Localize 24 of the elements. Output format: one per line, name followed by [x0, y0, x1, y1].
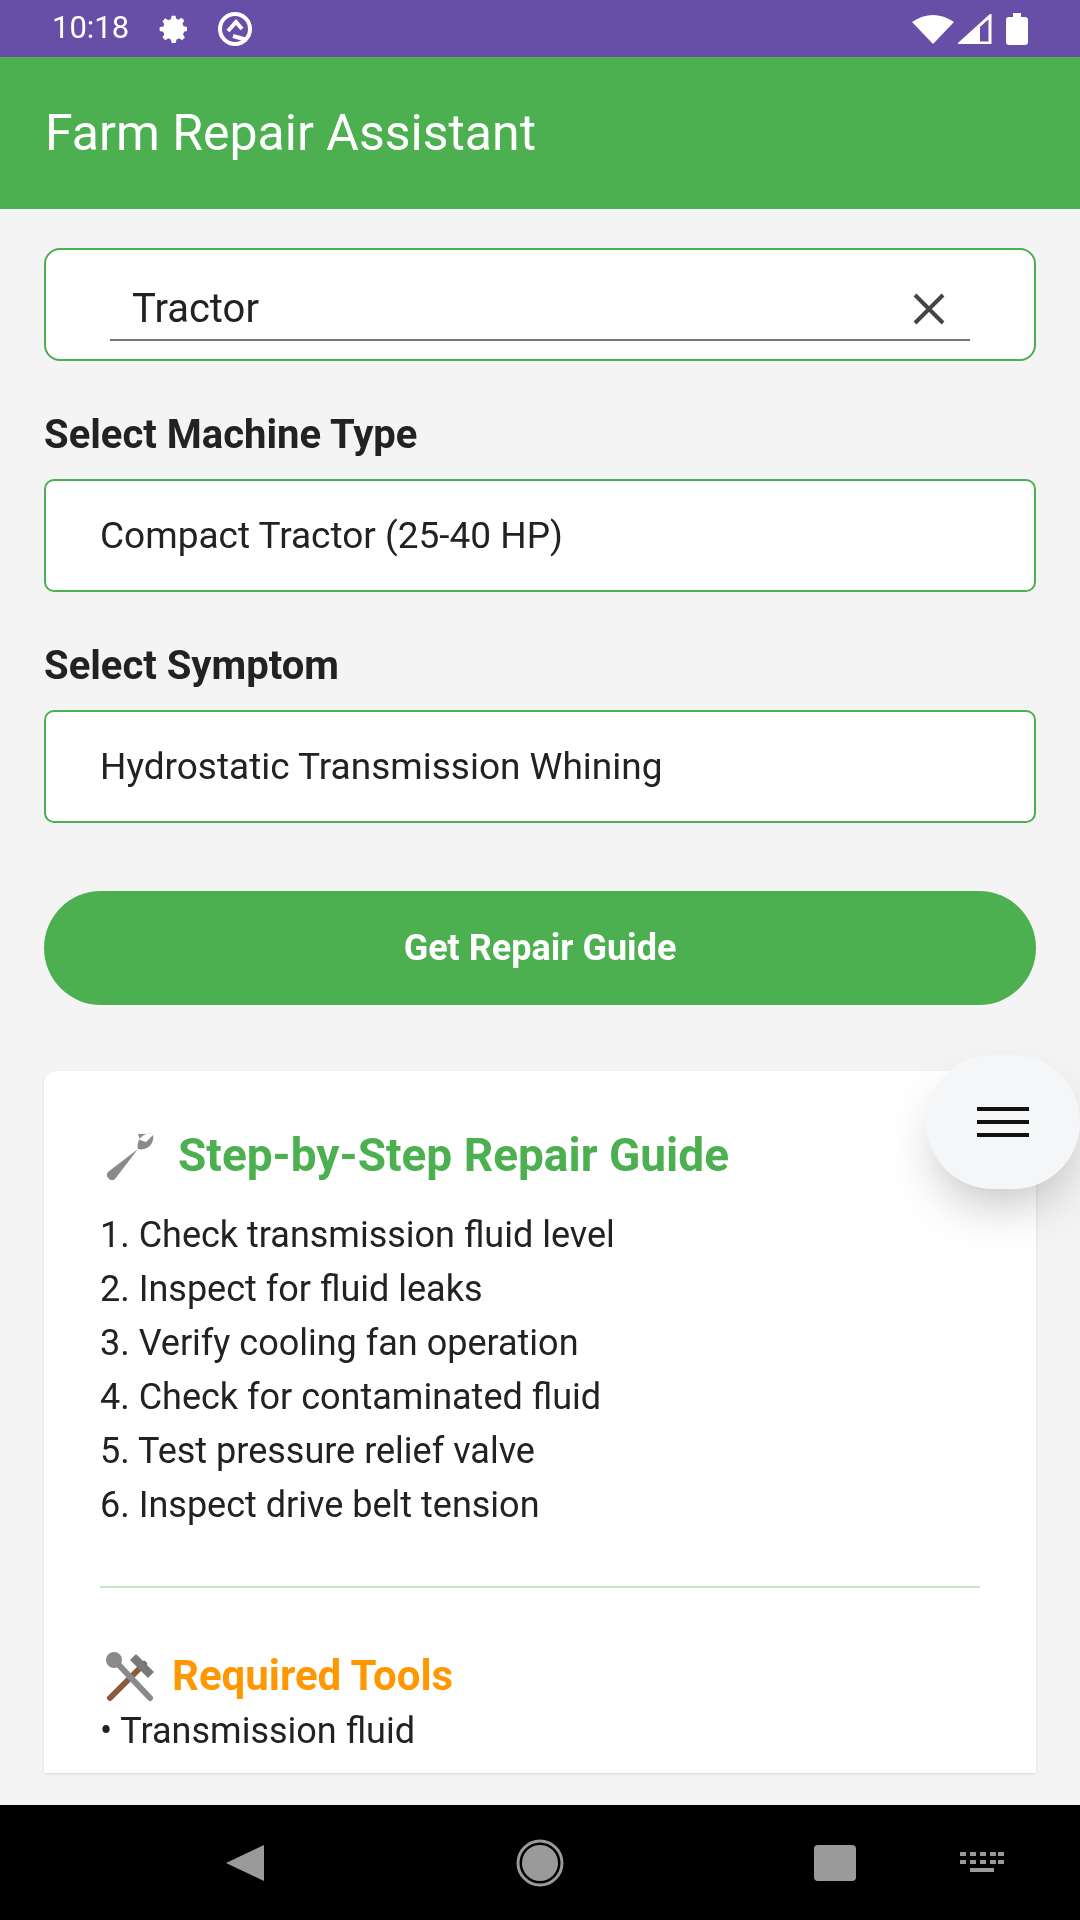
- required-tools-heading: Required Tools: [172, 1650, 454, 1702]
- app-title: Farm Repair Assistant: [45, 102, 536, 164]
- battery-icon: [1006, 12, 1028, 45]
- tool-item: • Transmission fluid: [100, 1709, 416, 1753]
- wifi-icon: [912, 13, 954, 44]
- close-icon[interactable]: [912, 291, 946, 326]
- menu-icon: [977, 1106, 1029, 1138]
- recents-icon[interactable]: [814, 1844, 856, 1881]
- keyboard-icon[interactable]: [960, 1851, 1004, 1874]
- machine-type-dropdown[interactable]: Compact Tractor (25-40 HP): [44, 479, 1036, 592]
- back-icon[interactable]: [224, 1842, 266, 1883]
- machine-type-label: Select Machine Type: [44, 410, 419, 460]
- home-icon[interactable]: [516, 1838, 564, 1887]
- repair-step: 5. Test pressure relief valve: [100, 1424, 980, 1478]
- clock-text: 10:18: [52, 8, 130, 49]
- repair-step: 4. Check for contaminated fluid: [100, 1370, 980, 1424]
- repair-step: 3. Verify cooling fan operation: [100, 1316, 980, 1370]
- repair-guide-heading: Step-by-Step Repair Guide: [178, 1127, 729, 1184]
- symptom-label: Select Symptom: [44, 641, 340, 691]
- repair-step: 1. Check transmission fluid level: [100, 1208, 980, 1262]
- symptom-dropdown[interactable]: Hydrostatic Transmission Whining: [44, 710, 1036, 823]
- repair-step: 2. Inspect for fluid leaks: [100, 1262, 980, 1316]
- repair-step: 6. Inspect drive belt tension: [100, 1478, 980, 1532]
- signal-icon: [958, 13, 992, 44]
